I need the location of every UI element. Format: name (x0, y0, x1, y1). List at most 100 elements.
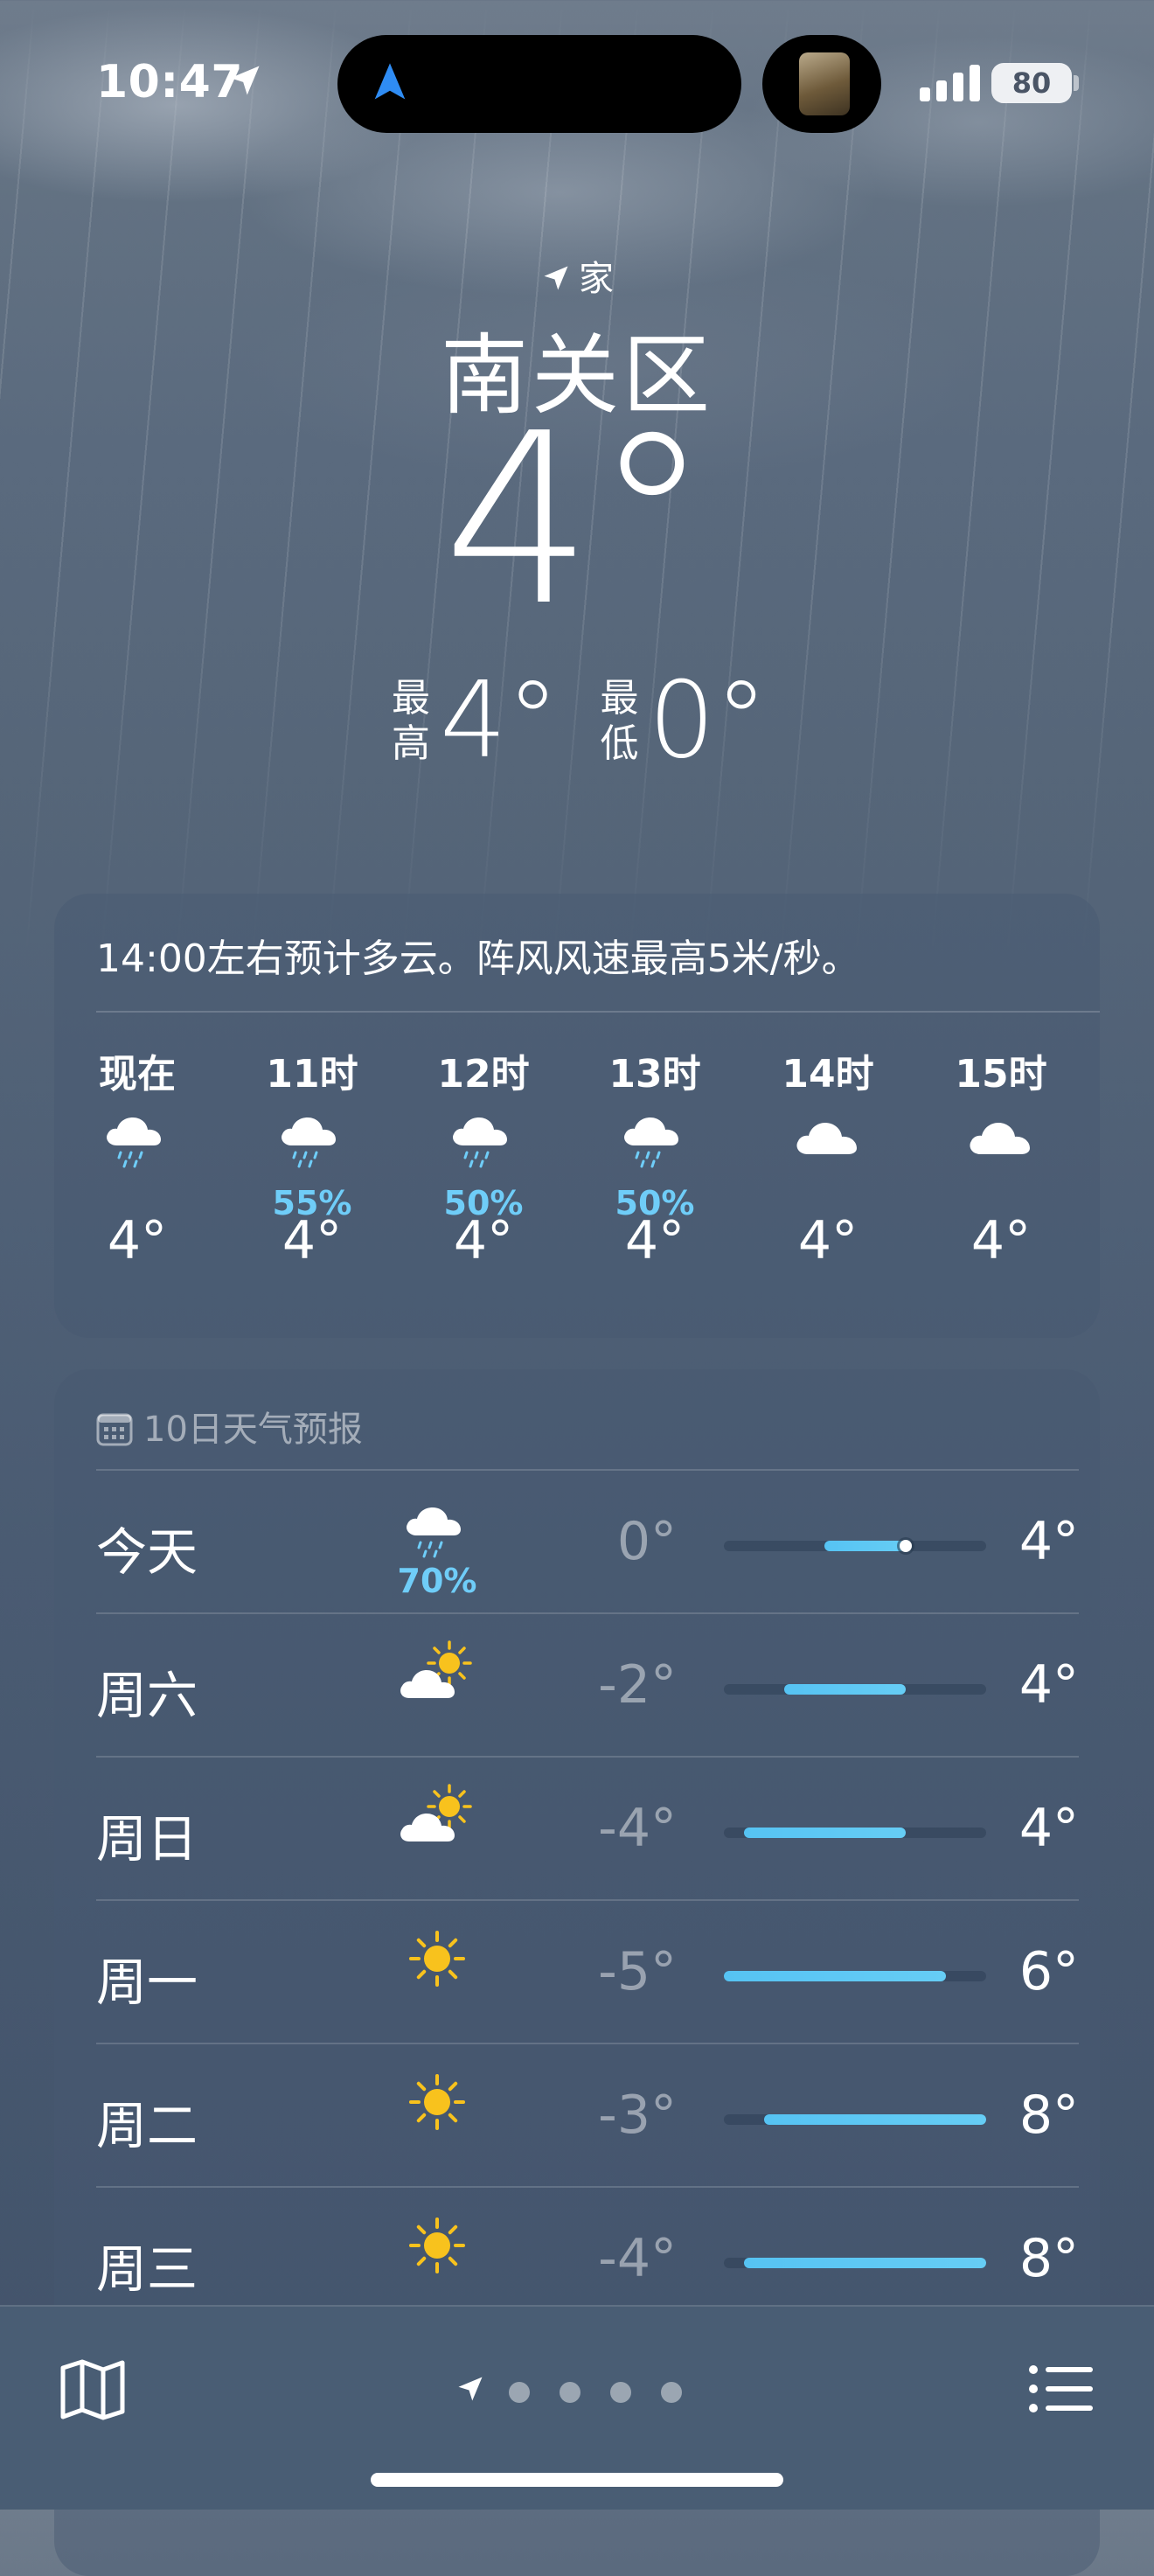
cloud-icon (918, 1107, 1084, 1186)
forecast-title: 10日天气预报 (143, 1410, 363, 1450)
cloud-rain-icon: 50% (572, 1107, 738, 1222)
day-name: 周三 (96, 2239, 198, 2299)
temp-range-fill (764, 2114, 986, 2125)
cloud-rain-icon (54, 1107, 220, 1186)
precip-chance: 70% (397, 1562, 477, 1600)
status-time: 10:47 (96, 56, 244, 108)
low-temp: -2° (598, 1654, 677, 1716)
list-icon[interactable] (1028, 2363, 1095, 2415)
hourly-item: 12时 50% 4° (400, 1042, 567, 1271)
precip-chance: 50% (615, 1184, 695, 1222)
low-temp: -4° (598, 2228, 677, 2289)
battery-icon: 80 (991, 63, 1072, 103)
day-row[interactable]: 周二 -3° 8° (96, 2043, 1079, 2188)
day-name: 周一 (96, 1953, 198, 2012)
current-temp-marker (899, 1540, 912, 1552)
precip-chance: 55% (272, 1184, 352, 1222)
low-value: 0° (648, 660, 768, 782)
precip-chance: 50% (443, 1184, 524, 1222)
high-temp: 最高 4° (386, 665, 559, 778)
home-label: 家 (579, 259, 614, 299)
page-dot[interactable] (661, 2382, 682, 2403)
home-indicator[interactable] (371, 2473, 783, 2487)
high-temp: 8° (1018, 2085, 1079, 2146)
page-dot[interactable] (560, 2382, 580, 2403)
low-temp: 0° (616, 1511, 677, 1572)
day-row[interactable]: 周日 -4° 4° (96, 1756, 1079, 1901)
hourly-forecast-card[interactable]: 14:00左右预计多云。阵风风速最高5米/秒。 现在 4° 11时 55% 4° 12时 5… (54, 894, 1100, 1338)
high-label: 最高 (392, 676, 430, 766)
divider (96, 1011, 1100, 1013)
temp-range-bar (724, 1971, 986, 1981)
location-arrow-icon (230, 66, 260, 95)
sun-icon (385, 1927, 490, 2023)
calendar-icon (96, 1413, 133, 1446)
partly-sunny-icon (385, 1640, 490, 1737)
hourly-item: 15时 4° (918, 1042, 1084, 1271)
page-dot[interactable] (610, 2382, 631, 2403)
low-temp: -5° (598, 1941, 677, 2002)
navigation-arrow-icon (374, 63, 406, 100)
high-low-temps: 最高 4° 最低 0° (0, 665, 1154, 778)
cloud-icon (745, 1107, 911, 1186)
low-temp: -3° (598, 2085, 677, 2146)
forecast-header: 10日天气预报 (96, 1401, 363, 1452)
temp-range-fill (744, 2258, 986, 2268)
hourly-item: 14时 4° (745, 1042, 911, 1271)
temp-range-bar (724, 1540, 986, 1552)
day-name: 周日 (96, 1809, 198, 1869)
map-icon[interactable] (59, 2359, 126, 2420)
hour-label: 13时 (608, 1052, 701, 1097)
location-label: 家 (0, 250, 1154, 301)
hour-label: 12时 (437, 1052, 530, 1097)
page-dot[interactable] (509, 2382, 530, 2403)
high-value: 4° (440, 660, 560, 782)
hour-label: 现在 (99, 1052, 176, 1097)
day-row[interactable]: 今天 70% 0° 4° (96, 1469, 1079, 1614)
hour-label: 14时 (782, 1052, 874, 1097)
location-arrow-icon (458, 2377, 483, 2401)
hourly-item: 现在 4° (54, 1042, 220, 1271)
sun-icon (385, 2071, 490, 2167)
high-temp: 4° (1018, 1798, 1079, 1859)
media-thumbnail (799, 52, 850, 115)
high-temp: 8° (1018, 2228, 1079, 2289)
day-name: 今天 (96, 1522, 198, 1582)
temp-range-fill (724, 1971, 946, 1981)
weather-summary: 14:00左右预计多云。阵风风速最高5米/秒。 (96, 936, 860, 981)
temp-range-fill (784, 1684, 906, 1695)
hour-temp: 4° (797, 1210, 859, 1271)
temp-range-bar (724, 1828, 986, 1838)
low-temp: -4° (598, 1798, 677, 1859)
hour-label: 11时 (266, 1052, 358, 1097)
temp-range-bar (724, 1684, 986, 1695)
cloud-rain-icon: 70% (385, 1497, 490, 1600)
page-indicator[interactable] (455, 2373, 699, 2408)
temp-range-fill (744, 1828, 906, 1838)
high-temp: 4° (1018, 1511, 1079, 1572)
temp-range-bar (724, 2114, 986, 2125)
high-temp: 4° (1018, 1654, 1079, 1716)
high-temp: 6° (1018, 1941, 1079, 2002)
temp-range-bar (724, 2258, 986, 2268)
status-bar: 10:47 80 (0, 0, 1154, 166)
location-arrow-icon (544, 266, 568, 290)
temp-range-fill (824, 1541, 906, 1551)
partly-sunny-icon (385, 1784, 490, 1880)
day-row[interactable]: 周六 -2° 4° (96, 1612, 1079, 1758)
hourly-item: 13时 50% 4° (572, 1042, 738, 1271)
cloud-rain-icon: 55% (229, 1107, 395, 1222)
low-label: 最低 (600, 676, 639, 766)
sun-icon (385, 2214, 490, 2310)
signal-bars-icon (920, 65, 980, 101)
low-temp: 最低 0° (595, 665, 768, 778)
current-temperature: 4° (442, 382, 712, 658)
hourly-list[interactable]: 现在 4° 11时 55% 4° 12时 50% 4° 13时 50% 4° 14时 4° 15时 4° (54, 1042, 1100, 1322)
cloud-rain-icon: 50% (400, 1107, 567, 1222)
hourly-item: 11时 55% 4° (229, 1042, 395, 1271)
hour-temp: 4° (970, 1210, 1032, 1271)
day-name: 周六 (96, 1666, 198, 1725)
day-row[interactable]: 周一 -5° 6° (96, 1899, 1079, 2044)
hour-temp: 4° (107, 1210, 168, 1271)
hour-label: 15时 (955, 1052, 1047, 1097)
